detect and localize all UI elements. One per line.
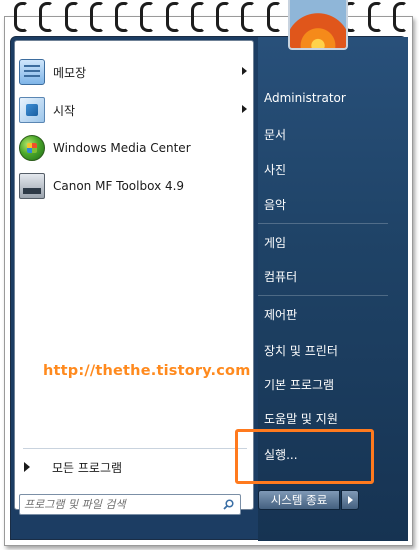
menu-item-games[interactable]: 게임: [256, 228, 394, 256]
search-input[interactable]: [24, 498, 214, 511]
user-name: Administrator: [264, 91, 346, 105]
spiral-ring: [165, 2, 180, 32]
menu-item-help-support[interactable]: 도움말 및 지원: [256, 404, 394, 432]
spiral-ring: [367, 2, 382, 32]
run-highlight-box: [235, 429, 374, 484]
spiral-binding: [0, 0, 419, 34]
spiral-ring: [216, 2, 231, 32]
program-label: Windows Media Center: [53, 141, 191, 155]
submenu-arrow-icon: [242, 105, 247, 113]
submenu-arrow-icon: [242, 67, 247, 75]
program-item-notepad[interactable]: 메모장: [15, 53, 253, 91]
menu-item-devices-printers[interactable]: 장치 및 프린터: [256, 336, 394, 364]
spiral-ring: [115, 2, 130, 32]
menu-item-label: 기본 프로그램: [264, 377, 335, 392]
windows-media-center-icon: [19, 135, 45, 161]
getting-started-icon: [19, 97, 45, 123]
blog-watermark: http://thethe.tistory.com: [43, 363, 251, 379]
shutdown-label: 시스템 종료: [270, 493, 328, 507]
program-item-windows-media-center[interactable]: Windows Media Center: [15, 129, 253, 167]
menu-item-computer[interactable]: 컴퓨터: [256, 262, 394, 290]
menu-item-label: 장치 및 프린터: [264, 343, 338, 358]
menu-item-control-panel[interactable]: 제어판: [256, 300, 394, 328]
search-box[interactable]: [19, 494, 241, 515]
menu-item-label: 음악: [264, 197, 287, 212]
program-item-canon-mf-toolbox[interactable]: Canon MF Toolbox 4.9: [15, 167, 253, 205]
program-label: 시작: [53, 103, 76, 118]
program-label: 메모장: [53, 65, 87, 80]
all-programs-button[interactable]: 모든 프로그램: [18, 456, 254, 478]
menu-item-label: 컴퓨터: [264, 269, 298, 284]
menu-item-documents[interactable]: 문서: [256, 120, 394, 148]
spiral-ring: [190, 2, 205, 32]
search-icon[interactable]: [223, 499, 234, 510]
spiral-ring: [64, 2, 79, 32]
separator: [258, 223, 388, 224]
menu-item-pictures[interactable]: 사진: [256, 155, 394, 183]
canon-toolbox-icon: [19, 173, 45, 199]
shutdown-options-button[interactable]: [341, 490, 359, 510]
menu-item-label: 게임: [264, 235, 287, 250]
spiral-ring: [392, 2, 407, 32]
program-label: Canon MF Toolbox 4.9: [53, 179, 185, 193]
expand-arrow-icon: [24, 462, 30, 472]
spiral-ring: [140, 2, 155, 32]
menu-item-label: 문서: [264, 127, 287, 142]
shutdown-button[interactable]: 시스템 종료: [258, 490, 340, 510]
menu-item-default-programs[interactable]: 기본 프로그램: [256, 370, 394, 398]
spiral-ring: [14, 2, 28, 32]
spiral-ring: [89, 2, 104, 32]
separator: [23, 448, 247, 449]
spiral-ring: [39, 2, 54, 32]
spiral-ring: [241, 2, 256, 32]
user-avatar[interactable]: [288, 0, 348, 50]
menu-item-label: 제어판: [264, 307, 298, 322]
spiral-ring: [266, 2, 281, 32]
programs-pane: 메모장 시작 Windows Media Center Canon MF Too…: [14, 40, 254, 515]
all-programs-label: 모든 프로그램: [52, 460, 123, 475]
separator: [258, 295, 388, 296]
notepad-icon: [19, 59, 45, 85]
menu-item-label: 사진: [264, 162, 287, 177]
program-item-getting-started[interactable]: 시작: [15, 91, 253, 129]
menu-item-music[interactable]: 음악: [256, 190, 394, 218]
menu-item-label: 도움말 및 지원: [264, 411, 338, 426]
menu-item-administrator[interactable]: Administrator: [256, 84, 394, 112]
